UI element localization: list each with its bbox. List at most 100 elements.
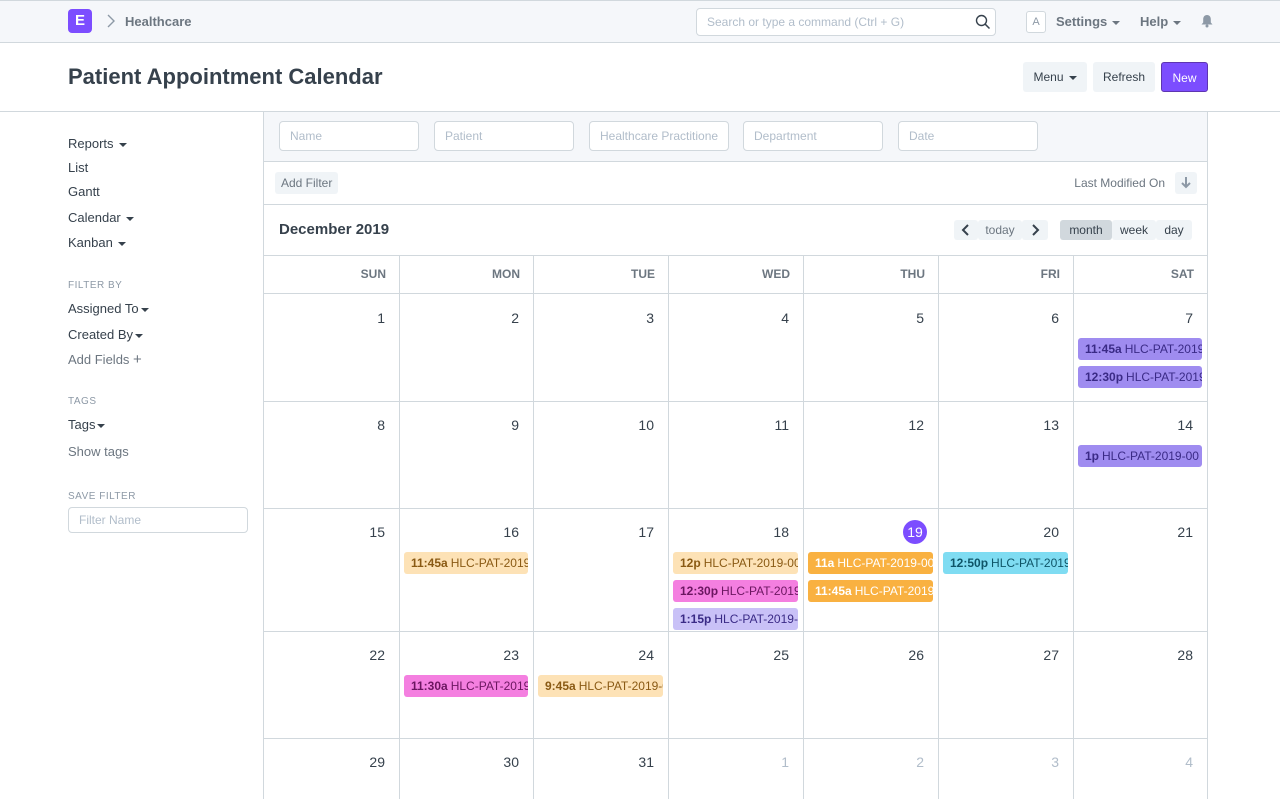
weekday-header: SUN MON TUE WED THU FRI SAT	[264, 255, 1207, 294]
next-button[interactable]	[1022, 220, 1048, 240]
day-number[interactable]: 27	[1019, 647, 1059, 663]
day-number[interactable]: 18	[749, 524, 789, 540]
day-number[interactable]: 8	[345, 417, 385, 433]
refresh-button[interactable]: Refresh	[1093, 62, 1155, 92]
day-number[interactable]: 31	[614, 754, 654, 770]
add-fields-link[interactable]: Add Fields +	[68, 351, 142, 368]
day-number[interactable]: 10	[614, 417, 654, 433]
name-filter-input[interactable]	[279, 121, 419, 151]
day-number[interactable]: 29	[345, 754, 385, 770]
appointment-event[interactable]: 9:45aHLC-PAT-2019-00	[538, 675, 663, 697]
today-day-number[interactable]: 19	[903, 520, 927, 544]
appointment-event[interactable]: 11a HLC-PAT-2019-00	[808, 552, 933, 574]
day-number[interactable]: 1	[345, 310, 385, 326]
day-number[interactable]: 15	[345, 524, 385, 540]
event-time: 9:45a	[545, 679, 576, 693]
day-number[interactable]: 21	[1153, 524, 1193, 540]
day-number[interactable]: 25	[749, 647, 789, 663]
grid-divider	[668, 255, 669, 799]
sidebar-item-list[interactable]: List	[68, 160, 88, 175]
day-number[interactable]: 16	[479, 524, 519, 540]
day-number[interactable]: 7	[1153, 310, 1193, 326]
menu-button-label: Menu	[1033, 70, 1064, 84]
day-number[interactable]: 3	[1019, 754, 1059, 770]
day-number[interactable]: 11	[749, 417, 789, 433]
practitioner-filter-input[interactable]	[589, 121, 729, 151]
day-number[interactable]: 14	[1153, 417, 1193, 433]
appointment-event[interactable]: 12:30pHLC-PAT-2019-00	[673, 580, 798, 602]
day-number[interactable]: 17	[614, 524, 654, 540]
day-number[interactable]: 24	[614, 647, 654, 663]
day-number[interactable]: 28	[1153, 647, 1193, 663]
day-number[interactable]: 22	[345, 647, 385, 663]
weekday-sun: SUN	[360, 267, 386, 281]
sort-order-button[interactable]	[1175, 172, 1197, 194]
appointment-event[interactable]: 11:45aHLC-PAT-2019-00	[1078, 338, 1202, 360]
menu-button[interactable]: Menu	[1023, 62, 1087, 92]
created-by-filter[interactable]: Created By	[68, 327, 144, 342]
appointment-event[interactable]: 11:45aHLC-PAT-2019-00	[808, 580, 933, 602]
tags-filter[interactable]: Tags	[68, 417, 106, 432]
sort-selector[interactable]: Last Modified On	[1074, 176, 1165, 190]
event-time: 11:45a	[1085, 342, 1122, 356]
settings-label: Settings	[1056, 14, 1108, 29]
event-title: HLC-PAT-2019-00	[1102, 449, 1199, 463]
month-view-button[interactable]: month	[1060, 220, 1112, 240]
sidebar-item-calendar[interactable]: Calendar	[68, 210, 134, 225]
day-number[interactable]: 20	[1019, 524, 1059, 540]
appointment-event[interactable]: 12:30pHLC-PAT-2019-00	[1078, 366, 1202, 388]
assigned-to-filter[interactable]: Assigned To	[68, 301, 149, 316]
bell-icon[interactable]	[1200, 14, 1214, 28]
day-number[interactable]: 2	[479, 310, 519, 326]
prev-button[interactable]	[954, 220, 978, 240]
help-label: Help	[1140, 14, 1169, 29]
caret-down-icon	[1112, 20, 1121, 25]
today-button[interactable]: today	[978, 220, 1022, 240]
patient-filter-input[interactable]	[434, 121, 574, 151]
event-title: HLC-PAT-2019-00	[578, 679, 663, 693]
app-logo[interactable]: E	[68, 9, 92, 33]
avatar[interactable]: A	[1026, 11, 1046, 33]
date-filter-input[interactable]	[898, 121, 1038, 151]
day-view-button[interactable]: day	[1156, 220, 1192, 240]
day-number[interactable]: 3	[614, 310, 654, 326]
appointment-event[interactable]: 12p HLC-PAT-2019-00	[673, 552, 798, 574]
sidebar-item-reports[interactable]: Reports	[68, 136, 127, 151]
sidebar-item-gantt[interactable]: Gantt	[68, 184, 100, 199]
page-head: Patient Appointment Calendar Menu Refres…	[0, 43, 1280, 112]
day-number[interactable]: 6	[1019, 310, 1059, 326]
add-filter-button[interactable]: Add Filter	[275, 172, 339, 194]
help-menu[interactable]: Help	[1140, 14, 1182, 29]
show-tags-link[interactable]: Show tags	[68, 444, 129, 459]
new-button[interactable]: New	[1161, 62, 1208, 92]
sidebar-item-label: Kanban	[68, 235, 113, 250]
filter-name-input[interactable]	[68, 507, 248, 533]
day-number[interactable]: 12	[884, 417, 924, 433]
department-filter-input[interactable]	[743, 121, 883, 151]
day-number[interactable]: 4	[749, 310, 789, 326]
search-icon[interactable]	[975, 14, 991, 30]
arrow-down-icon	[1181, 177, 1191, 189]
weekday-sat: SAT	[1170, 267, 1194, 281]
appointment-event[interactable]: 12:50pHLC-PAT-2019-00	[943, 552, 1068, 574]
day-number[interactable]: 2	[884, 754, 924, 770]
appointment-event[interactable]: 11:45aHLC-PAT-2019-00	[404, 552, 528, 574]
sidebar-item-kanban[interactable]: Kanban	[68, 235, 126, 250]
appointment-event[interactable]: 1p HLC-PAT-2019-00	[1078, 445, 1202, 467]
day-number[interactable]: 5	[884, 310, 924, 326]
appointment-event[interactable]: 1:15pHLC-PAT-2019-00	[673, 608, 798, 630]
weekday-tue: TUE	[631, 267, 655, 281]
day-number[interactable]: 4	[1153, 754, 1193, 770]
day-number[interactable]: 30	[479, 754, 519, 770]
day-number[interactable]: 26	[884, 647, 924, 663]
day-number[interactable]: 1	[749, 754, 789, 770]
day-number[interactable]: 9	[479, 417, 519, 433]
appointment-event[interactable]: 11:30aHLC-PAT-2019-00	[404, 675, 528, 697]
search-input[interactable]	[696, 8, 996, 36]
week-view-button[interactable]: week	[1112, 220, 1156, 240]
settings-menu[interactable]: Settings	[1056, 14, 1121, 29]
breadcrumb-healthcare[interactable]: Healthcare	[125, 14, 191, 29]
day-number[interactable]: 23	[479, 647, 519, 663]
assigned-to-label: Assigned To	[68, 301, 139, 316]
day-number[interactable]: 13	[1019, 417, 1059, 433]
